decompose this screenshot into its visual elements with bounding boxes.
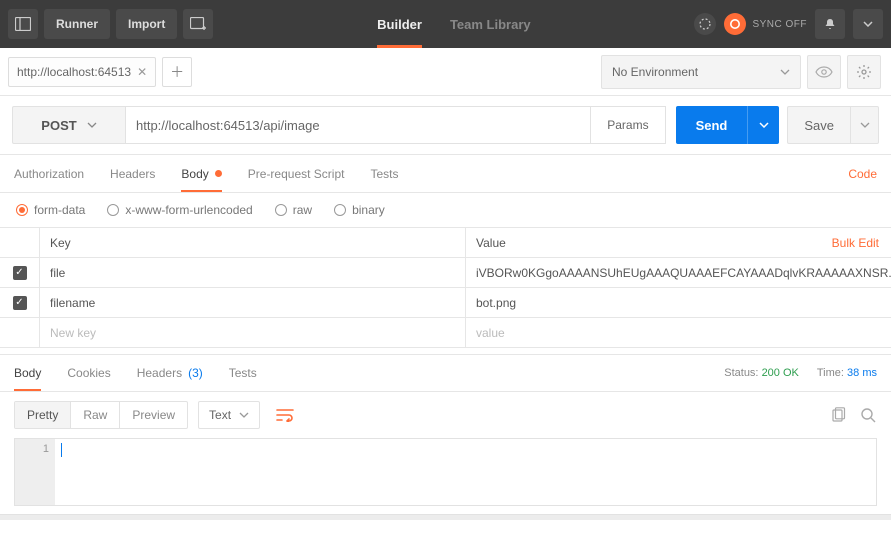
env-preview-icon[interactable]	[807, 55, 841, 89]
topbar-tabs: Builder Team Library	[213, 0, 694, 48]
tab-request-headers[interactable]: Headers	[110, 155, 155, 192]
urlbar: POST http://localhost:64513/api/image Pa…	[0, 96, 891, 155]
response-toolbar: Pretty Raw Preview Text	[0, 392, 891, 438]
chevron-down-icon	[860, 122, 870, 128]
time-value: 38 ms	[847, 367, 877, 379]
sync-icon[interactable]	[724, 13, 746, 35]
row-checkbox[interactable]: ✓	[13, 296, 27, 310]
tab-authorization[interactable]: Authorization	[14, 155, 84, 192]
tab-builder[interactable]: Builder	[377, 0, 422, 48]
tab-tests[interactable]: Tests	[370, 155, 398, 192]
env-group: No Environment	[601, 55, 891, 89]
row-checkbox[interactable]: ✓	[13, 266, 27, 280]
subbar: http://localhost:64513 ✕ ＋ No Environmen…	[0, 48, 891, 96]
copy-icon[interactable]	[829, 406, 847, 424]
view-raw[interactable]: Raw	[71, 402, 120, 428]
response-body-editor: 1	[14, 438, 877, 506]
account-chevron-icon[interactable]	[853, 9, 883, 39]
table-new-row: New key value	[0, 318, 891, 348]
request-section-tabs: Authorization Headers Body Pre-request S…	[0, 155, 891, 193]
tab-response-tests[interactable]: Tests	[229, 355, 257, 391]
close-icon[interactable]: ✕	[137, 65, 147, 79]
tab-response-cookies[interactable]: Cookies	[67, 355, 110, 391]
status-value: 200 OK	[762, 367, 799, 379]
request-tab-1[interactable]: http://localhost:64513 ✕	[8, 57, 156, 87]
radio-binary[interactable]: binary	[334, 203, 385, 217]
body-type-radios: form-data x-www-form-urlencoded raw bina…	[0, 193, 891, 227]
topbar: Runner Import Builder Team Library SYNC …	[0, 0, 891, 48]
chevron-down-icon	[780, 69, 790, 75]
env-settings-icon[interactable]	[847, 55, 881, 89]
code-link[interactable]: Code	[848, 167, 877, 181]
runner-button[interactable]: Runner	[44, 9, 110, 39]
response-view-tabset: Pretty Raw Preview	[14, 401, 188, 429]
radio-form-data[interactable]: form-data	[16, 203, 85, 217]
topbar-left: Runner Import	[8, 9, 213, 39]
view-preview[interactable]: Preview	[120, 402, 187, 428]
view-pretty[interactable]: Pretty	[15, 402, 71, 428]
sync-label: SYNC OFF	[752, 19, 807, 30]
tab-prerequest-script[interactable]: Pre-request Script	[248, 155, 345, 192]
headers-count: (3)	[188, 366, 203, 380]
radio-urlencoded[interactable]: x-www-form-urlencoded	[107, 203, 252, 217]
search-icon[interactable]	[859, 406, 877, 424]
tab-response-body[interactable]: Body	[14, 355, 41, 391]
new-request-tab-button[interactable]: ＋	[162, 57, 192, 87]
response-status: Status: 200 OK Time: 38 ms	[724, 367, 877, 379]
url-input[interactable]: http://localhost:64513/api/image	[126, 106, 591, 144]
table-row: ✓ file iVBORw0KGgoAAAANSUhEUgAAAQUAAAEFC…	[0, 258, 891, 288]
new-key-input[interactable]: New key	[40, 318, 466, 347]
line-gutter: 1	[15, 439, 55, 505]
text-cursor	[61, 443, 62, 457]
chevron-down-icon	[759, 122, 769, 128]
response-code-area[interactable]	[55, 439, 876, 505]
environment-selected: No Environment	[612, 65, 698, 79]
unsaved-dot-icon	[215, 170, 222, 177]
line-number: 1	[21, 443, 49, 455]
request-tabs: http://localhost:64513 ✕ ＋	[0, 57, 200, 87]
response-tabs: Body Cookies Headers (3) Tests Status: 2…	[0, 354, 891, 392]
row-value-cell[interactable]: bot.png	[466, 288, 891, 317]
environment-select[interactable]: No Environment	[601, 55, 801, 89]
http-method-value: POST	[41, 118, 76, 133]
footer-strip	[0, 514, 891, 520]
tab-response-headers[interactable]: Headers (3)	[137, 355, 203, 391]
chevron-down-icon	[87, 122, 97, 128]
import-button[interactable]: Import	[116, 9, 177, 39]
send-button[interactable]: Send	[676, 106, 748, 144]
tab-body[interactable]: Body	[181, 155, 221, 192]
request-tab-1-label: http://localhost:64513	[17, 65, 131, 79]
tab-team-library[interactable]: Team Library	[450, 0, 531, 48]
bulk-edit-link[interactable]: Bulk Edit	[832, 236, 879, 250]
sidebar-toggle-icon[interactable]	[8, 9, 38, 39]
row-key-cell[interactable]: filename	[40, 288, 466, 317]
key-column-header: Key	[40, 228, 466, 257]
table-row: ✓ filename bot.png	[0, 288, 891, 318]
value-column-header: Value Bulk Edit	[466, 228, 891, 257]
new-window-icon[interactable]	[183, 9, 213, 39]
url-value: http://localhost:64513/api/image	[136, 118, 320, 133]
params-button[interactable]: Params	[591, 106, 665, 144]
tab-body-label: Body	[181, 167, 208, 181]
topbar-right: SYNC OFF	[694, 9, 883, 39]
row-value-cell[interactable]: iVBORw0KGgoAAAANSUhEUgAAAQUAAAEFCAYAAADq…	[466, 258, 891, 287]
save-button[interactable]: Save	[787, 106, 851, 144]
form-data-table: Key Value Bulk Edit ✓ file iVBORw0KGgoAA…	[0, 227, 891, 348]
send-dropdown-button[interactable]	[747, 106, 779, 144]
http-method-select[interactable]: POST	[12, 106, 126, 144]
new-value-input[interactable]: value	[466, 318, 891, 347]
wrap-lines-icon[interactable]	[270, 400, 300, 430]
response-language-select[interactable]: Text	[198, 401, 260, 429]
radio-raw[interactable]: raw	[275, 203, 312, 217]
sync-group: SYNC OFF	[724, 13, 807, 35]
cloud-icon[interactable]	[694, 13, 716, 35]
row-key-cell[interactable]: file	[40, 258, 466, 287]
save-dropdown-button[interactable]	[851, 106, 879, 144]
chevron-down-icon	[239, 412, 249, 418]
notifications-icon[interactable]	[815, 9, 845, 39]
table-header-row: Key Value Bulk Edit	[0, 228, 891, 258]
